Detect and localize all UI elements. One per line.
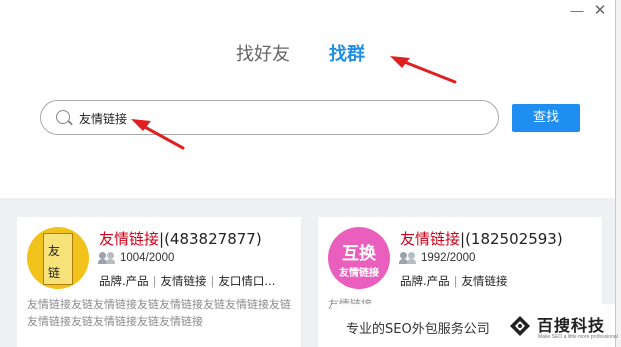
watermark-text: 专业的SEO外包服务公司: [346, 322, 490, 337]
tag: 友情链接: [461, 274, 508, 288]
watermark-brand: 百搜科技: [537, 316, 606, 335]
search-input[interactable]: [79, 109, 479, 127]
tag-separator: |: [210, 274, 215, 288]
member-count-text: 1004/2000: [120, 252, 175, 264]
watermark-banner: 专业的SEO外包服务公司 百搜科技 Make SEO a little more…: [332, 304, 618, 347]
brand-logo-icon: [510, 316, 530, 336]
minimize-button[interactable]: —: [568, 2, 586, 20]
window-frame-edge: [615, 0, 621, 347]
group-name[interactable]: 友情链接|(483827877): [99, 228, 262, 249]
watermark-subtitle: Make SEO a little more professional: [538, 334, 618, 340]
member-count: 1992/2000: [399, 252, 476, 264]
member-count-text: 1992/2000: [421, 252, 476, 264]
tab-find-group[interactable]: 找群: [329, 40, 365, 66]
group-result-card[interactable]: 友 链 友情链接|(483827877) 1004/2000 品牌.产品 | 友情链…: [17, 217, 301, 347]
tab-find-friend[interactable]: 找好友: [236, 40, 290, 66]
search-icon: [56, 110, 70, 124]
group-tags: 品牌.产品 | 友情链接: [400, 273, 508, 289]
search-button[interactable]: 查找: [512, 104, 580, 132]
search-box[interactable]: [40, 100, 499, 135]
tag: 品牌.产品: [99, 274, 149, 288]
calligraphy-scroll: 友 链: [43, 233, 73, 285]
group-name-text[interactable]: 友情链接: [99, 230, 159, 248]
members-icon: [399, 252, 417, 264]
avatar-badge-subtitle: 友情链接: [339, 268, 379, 279]
tag-separator: |: [453, 274, 458, 288]
group-avatar[interactable]: 友 链: [27, 227, 89, 289]
member-count: 1004/2000: [98, 252, 175, 264]
tag: 友口情口...: [218, 274, 276, 288]
members-icon: [98, 252, 116, 264]
avatar-glyph: 链: [48, 266, 61, 280]
tag: 友情链接: [160, 274, 207, 288]
avatar-glyph: 友: [48, 244, 61, 258]
group-name-text[interactable]: 友情链接: [400, 230, 460, 248]
close-button[interactable]: ✕: [591, 2, 609, 20]
group-name[interactable]: 友情链接|(182502593): [400, 228, 563, 249]
group-tags: 品牌.产品 | 友情链接 | 友口情口...: [99, 273, 275, 289]
group-id: (483827877): [164, 230, 262, 248]
group-description: 友情链接友链友情链接友链友情链接友链友情链接友链友情链接友链友情链接友链友情链接: [27, 298, 291, 328]
tag-separator: |: [152, 274, 157, 288]
avatar-badge-title: 互换: [342, 244, 376, 264]
group-avatar[interactable]: 互换 友情链接: [328, 227, 390, 289]
group-id: (182502593): [465, 230, 563, 248]
tag: 品牌.产品: [400, 274, 450, 288]
search-tabs: 找好友 找群: [0, 40, 615, 66]
